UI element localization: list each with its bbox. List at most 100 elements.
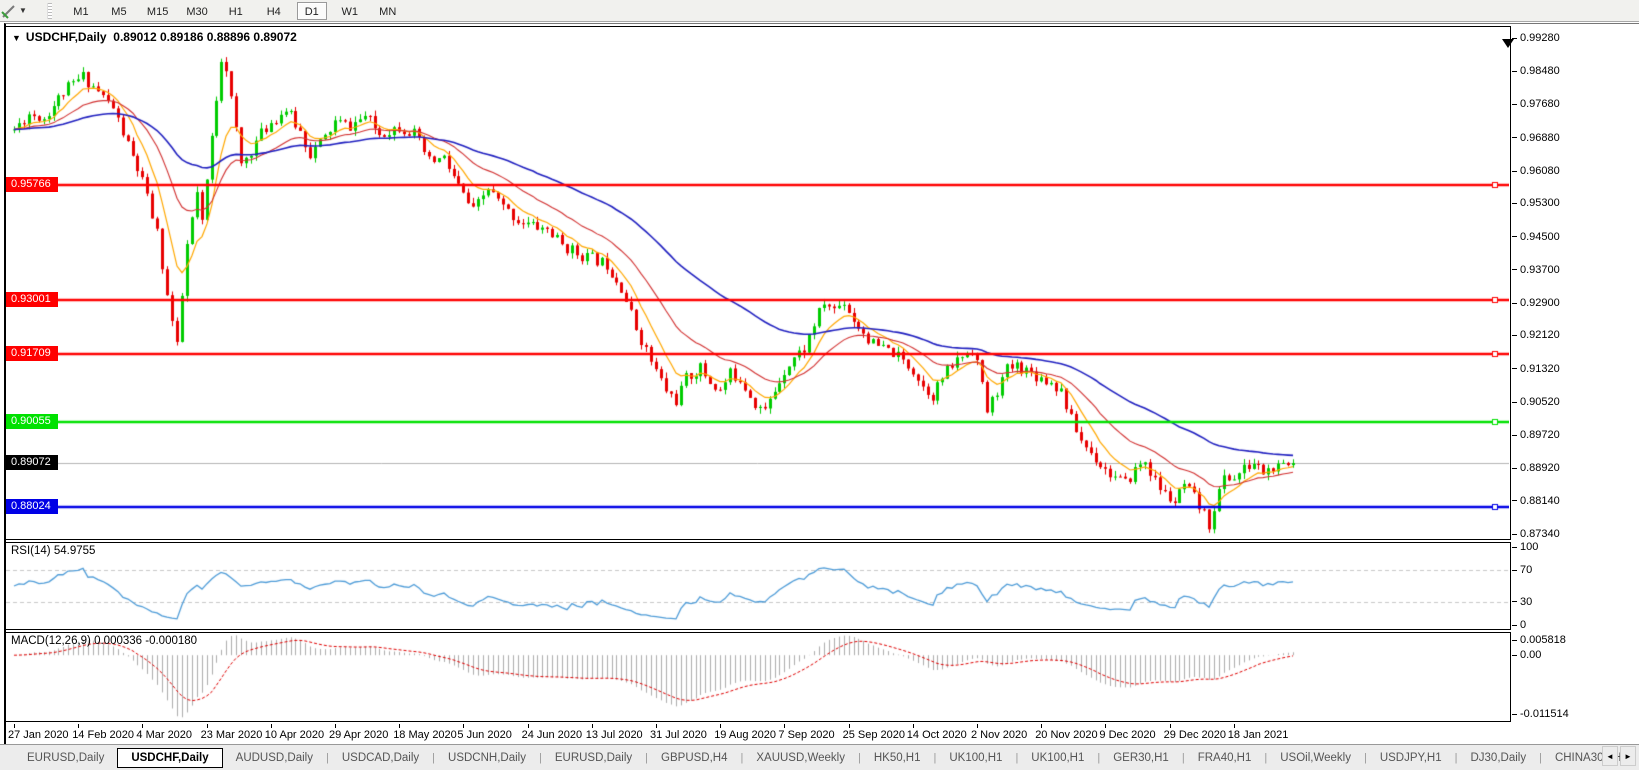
toolbar-grip-handle[interactable] [47,3,52,19]
timeframe-toolbar: ▼ M1 M5 M15 M30 H1 H4 D1 W1 MN [0,0,1639,22]
rsi-pane: RSI(14) 54.9755 [6,542,1511,630]
chart-ohlc-values: 0.89012 0.89186 0.88896 0.89072 [113,30,297,44]
date-axis-tick [849,724,850,728]
date-axis-label: 25 Sep 2020 [843,729,905,741]
date-axis-label: 9 Dec 2020 [1099,729,1155,741]
macd-axis-tick: -0.011514 [1512,708,1569,720]
hline-price-label[interactable]: 0.90055 [6,414,58,429]
chart-symbol-label: USDCHF,Daily [26,30,107,44]
hline-price-label[interactable]: 0.91709 [6,346,58,361]
date-axis-tick [78,724,79,728]
hline-price-label[interactable]: 0.93001 [6,292,58,307]
date-axis-label: 7 Sep 2020 [778,729,834,741]
current-price-label: 0.89072 [6,455,58,470]
chart-tab-FRA40-H1[interactable]: FRA40,H1 [1185,748,1265,768]
crosshair-tool-icon[interactable] [1,3,17,19]
hline-price-label[interactable]: 0.95766 [6,177,58,192]
chart-tab-UK100-H1[interactable]: UK100,H1 [1018,748,1097,768]
date-axis-tick [463,724,464,728]
chart-tab-USDJPY-H1[interactable]: USDJPY,H1 [1367,748,1455,768]
timeframe-button-M15[interactable]: M15 [142,2,173,20]
chart-title: ▼ USDCHF,Daily 0.89012 0.89186 0.88896 0.… [12,30,297,44]
date-axis-tick [207,724,208,728]
rsi-indicator-label: RSI(14) 54.9755 [11,545,95,557]
timeframe-button-M30[interactable]: M30 [181,2,212,20]
date-axis-label: 13 Jul 2020 [586,729,643,741]
timeframe-buttons: M1 M5 M15 M30 H1 H4 D1 W1 MN [62,2,407,20]
macd-indicator-label: MACD(12,26,9) 0.000336 -0.000180 [11,635,197,647]
macd-pane: MACD(12,26,9) 0.000336 -0.000180 [6,632,1511,722]
chart-tab-USOil-Weekly[interactable]: USOil,Weekly [1267,748,1364,768]
tab-scroll-left-icon[interactable]: ◄ [1602,746,1618,766]
date-axis-tick [271,724,272,728]
date-axis-tick [913,724,914,728]
toolbar-dropdown-icon[interactable]: ▼ [19,6,27,15]
tab-scroll-right-icon[interactable]: ► [1620,746,1636,766]
timeframe-button-MN[interactable]: MN [373,2,403,20]
timeframe-button-D1[interactable]: D1 [297,2,327,20]
macd-axis-tick: 0.005818 [1512,634,1566,646]
timeframe-button-W1[interactable]: W1 [335,2,365,20]
price-axis-tick: 0.95300 [1512,197,1560,209]
macd-values: 0.000336 -0.000180 [94,635,197,647]
price-axis-tick: 0.90520 [1512,396,1560,408]
date-axis-label: 23 Mar 2020 [201,729,263,741]
chart-window: ▼ USDCHF,Daily 0.89012 0.89186 0.88896 0.… [4,23,1639,744]
chart-tab-EURUSD-Daily[interactable]: EURUSD,Daily [542,748,645,768]
timeframe-button-M5[interactable]: M5 [104,2,134,20]
timeframe-button-M1[interactable]: M1 [66,2,96,20]
date-axis-label: 10 Apr 2020 [265,729,324,741]
date-axis-tick [784,724,785,728]
chart-tab-bar: EURUSD,DailyUSDCHF,DailyAUDUSD,Daily|USD… [0,744,1639,770]
hline-price-label[interactable]: 0.88024 [6,499,58,514]
price-pane: ▼ USDCHF,Daily 0.89012 0.89186 0.88896 0.… [6,26,1511,540]
date-axis-label: 29 Dec 2020 [1164,729,1226,741]
macd-axis-tick: 0.00 [1512,649,1541,661]
date-axis-tick [528,724,529,728]
date-axis-label: 4 Mar 2020 [136,729,192,741]
date-axis-tick [1105,724,1106,728]
price-axis-tick: 0.91320 [1512,363,1560,375]
chart-tab-AUDUSD-Daily[interactable]: AUDUSD,Daily [223,748,326,768]
price-axis-tick: 0.87340 [1512,528,1560,540]
rsi-pane-canvas[interactable] [6,543,1509,629]
price-axis-tick: 0.99280 [1512,32,1560,44]
tab-scroll-buttons: ◄ ► [1602,746,1636,766]
date-axis-label: 2 Nov 2020 [971,729,1027,741]
chart-tab-UK100-H1[interactable]: UK100,H1 [936,748,1015,768]
rsi-value: 54.9755 [54,545,96,557]
price-axis-tick: 0.96080 [1512,165,1560,177]
date-axis-tick [142,724,143,728]
price-axis-tick: 0.96880 [1512,132,1560,144]
date-axis-label: 18 Jan 2021 [1228,729,1289,741]
rsi-axis-tick: 70 [1512,564,1532,576]
chart-tab-USDCHF-Daily[interactable]: USDCHF,Daily [117,748,222,768]
date-axis-tick [720,724,721,728]
macd-pane-canvas[interactable] [6,633,1509,721]
date-axis-label: 20 Nov 2020 [1035,729,1097,741]
date-axis-label: 18 May 2020 [393,729,457,741]
chart-tab-USDCNH-Daily[interactable]: USDCNH,Daily [435,748,539,768]
mt4-application: ▼ M1 M5 M15 M30 H1 H4 D1 W1 MN ▼ USDCHF,Daily 0.8… [0,0,1639,773]
date-axis-tick [1041,724,1042,728]
date-axis-tick [592,724,593,728]
chart-tab-HK50-H1[interactable]: HK50,H1 [861,748,934,768]
date-axis-tick [1170,724,1171,728]
date-axis-tick [335,724,336,728]
chart-collapse-icon[interactable]: ▼ [12,33,21,43]
chart-tab-DJ30-Daily[interactable]: DJ30,Daily [1457,748,1539,768]
chart-tab-USDCAD-Daily[interactable]: USDCAD,Daily [329,748,432,768]
date-axis-label: 14 Oct 2020 [907,729,967,741]
date-axis-label: 24 Jun 2020 [522,729,583,741]
chart-tab-XAUUSD-Weekly[interactable]: XAUUSD,Weekly [743,748,858,768]
date-axis-label: 29 Apr 2020 [329,729,388,741]
price-chart-canvas[interactable] [6,27,1509,539]
chart-shift-marker-icon[interactable] [1502,39,1514,48]
timeframe-button-H1[interactable]: H1 [221,2,251,20]
price-axis-tick: 0.94500 [1512,231,1560,243]
chart-tab-GBPUSD-H4[interactable]: GBPUSD,H4 [648,748,740,768]
timeframe-button-H4[interactable]: H4 [259,2,289,20]
rsi-axis-tick: 0 [1512,619,1526,631]
chart-tab-EURUSD-Daily[interactable]: EURUSD,Daily [14,748,117,768]
chart-tab-GER30-H1[interactable]: GER30,H1 [1100,748,1182,768]
